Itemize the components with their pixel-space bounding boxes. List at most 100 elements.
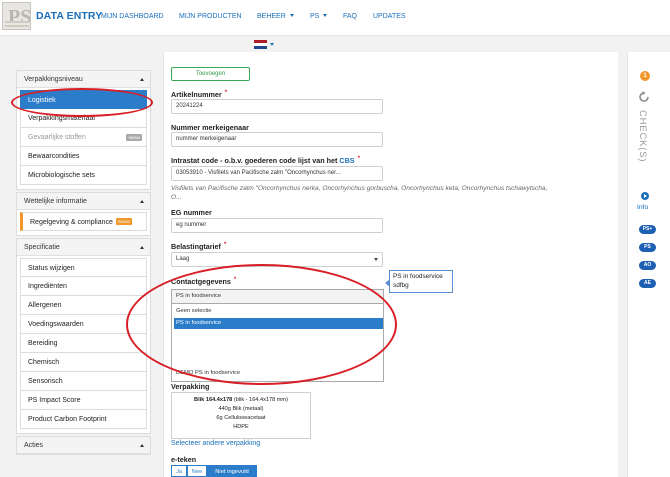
merkeigenaar-input[interactable]: nummer merkeigenaar — [171, 132, 383, 147]
section-header[interactable]: Verpakkingsniveau — [17, 71, 150, 88]
dropdown-option-selected[interactable]: PS in foodservice — [174, 318, 383, 329]
intrastat-help-more: O... — [171, 194, 182, 201]
intrastat-select[interactable]: 03053910 - Visfilets van Pacifische zalm… — [171, 166, 383, 181]
sidebar-item-ps-impact-score[interactable]: PS Impact Score — [20, 391, 147, 410]
contactgegevens-dropdown: Geen selectie PS in foodservice DEMO PS … — [171, 304, 384, 382]
sidebar-item-logistiek[interactable]: Logistiek — [20, 90, 147, 109]
cbs-link[interactable]: CBS — [339, 156, 354, 165]
sidebar-item-bewaarcondities[interactable]: Bewaarcondities — [20, 147, 147, 166]
sidebar-item-status-wijzigen[interactable]: Status wijzigen — [20, 258, 147, 277]
checks-label[interactable]: CHECK(S) — [637, 110, 648, 162]
belastingtarief-select[interactable]: Laag — [171, 252, 383, 267]
field-label: Belastingtarief — [171, 242, 221, 251]
e-teken-niet-ingevuld[interactable]: Niet ingevuld — [207, 465, 257, 477]
nav-faq[interactable]: FAQ — [343, 13, 357, 20]
nav-beheer[interactable]: BEHEER — [257, 13, 294, 20]
add-button[interactable]: Toevoegen — [171, 67, 250, 81]
check-count-badge: 1 — [640, 71, 650, 81]
nav-updates[interactable]: UPDATES — [373, 13, 406, 20]
language-flag-icon[interactable] — [254, 40, 267, 49]
section-header[interactable]: Specificatie — [17, 239, 150, 256]
chevron-up-icon — [140, 78, 144, 81]
pill-ps-plus[interactable]: PS+ — [639, 225, 656, 234]
new-badge: nieuw — [115, 218, 132, 225]
required-marker: * — [223, 242, 227, 248]
eg-nummer-label: EG nummer — [171, 208, 212, 217]
sidebar-item-allergenen[interactable]: Allergenen — [20, 296, 147, 315]
contactgegevens-label: Contactgegevens * — [171, 277, 236, 286]
section-title: Acties — [24, 442, 44, 449]
sidebar-item-sensorisch[interactable]: Sensorisch — [20, 372, 147, 391]
sidebar-item-regelgeving[interactable]: Regelgeving & compliance nieuw — [20, 212, 147, 231]
eg-nummer-input[interactable]: eg nummer — [171, 218, 383, 233]
tooltip-line: sdfbg — [393, 281, 409, 289]
nav-producten[interactable]: MIJN PRODUCTEN — [179, 13, 242, 20]
intrastat-label: Intrastat code - o.b.v. goederen code li… — [171, 156, 360, 165]
pill-ao[interactable]: AO — [639, 261, 656, 270]
sidebar-item-gevaarlijke-stoffen[interactable]: Gevaarlijke stoffen niesw — [20, 128, 147, 147]
refresh-icon[interactable] — [637, 90, 651, 104]
section-verpakkingsniveau: Verpakkingsniveau Logistiek Verpakkingsm… — [16, 70, 151, 190]
sidebar-item-verpakkingsmateriaal[interactable]: Verpakkingsmateriaal — [20, 109, 147, 128]
packaging-name: Blik 164.4x178 — [194, 397, 233, 403]
required-marker: * — [224, 90, 228, 96]
nav-beheer-label: BEHEER — [257, 13, 286, 20]
section-wettelijke-informatie: Wettelijke informatie Regelgeving & comp… — [16, 192, 151, 236]
top-navbar: PS DATA ENTRY MIJN DASHBOARD MIJN PRODUC… — [0, 0, 670, 36]
pill-ae[interactable]: AE — [639, 279, 656, 288]
merkeigenaar-label: Nummer merkeigenaar — [171, 123, 249, 132]
packaging-line: 440g Blik (metaal) — [218, 406, 264, 412]
pill-ps[interactable]: PS — [639, 243, 656, 252]
nav-dashboard[interactable]: MIJN DASHBOARD — [101, 13, 164, 20]
dropdown-option[interactable]: DEMO PS in foodservice — [174, 368, 383, 379]
chevron-up-icon — [140, 246, 144, 249]
sidebar-item-voedingswaarden[interactable]: Voedingswaarden — [20, 315, 147, 334]
sidebar-item-chemisch[interactable]: Chemisch — [20, 353, 147, 372]
nav-ps[interactable]: PS — [310, 13, 328, 20]
new-badge: niesw — [126, 134, 142, 141]
field-label: Intrastat code - o.b.v. goederen code li… — [171, 156, 338, 165]
chevron-up-icon — [140, 200, 144, 203]
sidebar-item-microbiologische-sets[interactable]: Microbiologische sets — [20, 166, 147, 185]
packaging-line: HDPE — [233, 424, 249, 430]
tooltip-line: PS in foodservice — [393, 273, 443, 280]
sidebar-item-carbon-footprint[interactable]: Product Carbon Footprint — [20, 410, 147, 429]
section-acties: Acties — [16, 436, 151, 455]
packaging-line: Blik 164.4x178 (blik - 164.4x178 mm) — [172, 396, 310, 405]
field-label: Contactgegevens — [171, 277, 231, 286]
sidebar-item-label: Gevaarlijke stoffen — [28, 134, 86, 141]
nav-ps-label: PS — [310, 13, 320, 20]
chevron-down-icon — [323, 14, 328, 17]
required-marker: * — [357, 156, 360, 162]
logo-image[interactable]: PS — [2, 2, 31, 30]
section-header[interactable]: Acties — [17, 437, 150, 454]
artikelnummer-input[interactable]: 20241224 — [171, 99, 383, 114]
select-value: Laag — [176, 256, 190, 262]
sidebar: Verpakkingsniveau Logistiek Verpakkingsm… — [16, 70, 151, 457]
section-title: Wettelijke informatie — [24, 198, 87, 205]
chevron-down-icon — [289, 14, 294, 17]
e-teken-ja[interactable]: Ja — [171, 465, 187, 477]
packaging-dim: (blik - 164.4x178 mm) — [233, 397, 288, 403]
section-title: Verpakkingsniveau — [24, 76, 83, 83]
sidebar-item-ingredienten[interactable]: Ingrediënten — [20, 277, 147, 296]
artikelnummer-label: Artikelnummer * — [171, 90, 227, 99]
info-label[interactable]: Info — [637, 204, 648, 211]
section-header[interactable]: Wettelijke informatie — [17, 193, 150, 210]
sidebar-item-bereiding[interactable]: Bereiding — [20, 334, 147, 353]
e-teken-nee[interactable]: Nee — [187, 465, 207, 477]
belastingtarief-label: Belastingtarief * — [171, 242, 226, 251]
verpakking-box: Blik 164.4x178 (blik - 164.4x178 mm) 440… — [171, 392, 311, 439]
section-title: Specificatie — [24, 244, 60, 251]
select-verpakking-link[interactable]: Selecteer andere verpakking — [171, 440, 260, 447]
contactgegevens-select[interactable]: PS in foodservice — [171, 289, 384, 304]
e-teken-label: e-teken — [171, 455, 197, 464]
brand-title[interactable]: DATA ENTRY — [36, 10, 102, 22]
dropdown-option[interactable]: Geen selectie — [174, 306, 383, 317]
info-icon[interactable] — [641, 192, 649, 200]
sidebar-item-label: Regelgeving & compliance — [30, 219, 113, 226]
section-specificatie: Specificatie Status wijzigen Ingrediënte… — [16, 238, 151, 434]
language-chevron-icon[interactable] — [270, 43, 274, 46]
verpakking-label: Verpakking — [171, 382, 210, 391]
required-marker: * — [233, 277, 237, 283]
